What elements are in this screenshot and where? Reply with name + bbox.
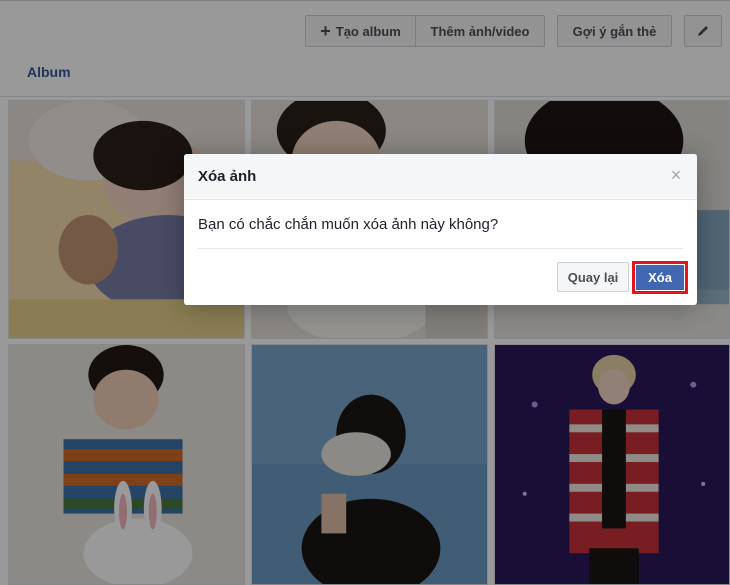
close-icon[interactable]: × [669,166,683,184]
dialog-divider [198,248,683,249]
delete-button[interactable]: Xóa [636,265,684,290]
cancel-button[interactable]: Quay lại [557,262,629,292]
dialog-title: Xóa ảnh [198,168,257,185]
delete-photo-dialog: Xóa ảnh × Bạn có chắc chắn muốn xóa ảnh … [184,154,697,305]
dialog-header: Xóa ảnh × [184,154,697,200]
delete-button-highlight: Xóa [632,261,688,294]
dialog-message: Bạn có chắc chắn muốn xóa ảnh này không? [198,216,499,233]
